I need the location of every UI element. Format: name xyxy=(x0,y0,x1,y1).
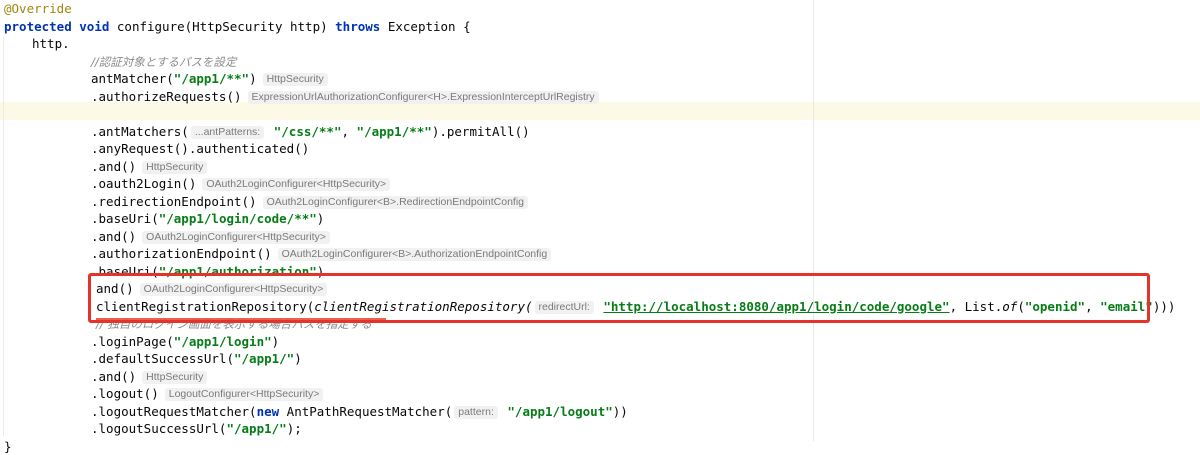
code-token: Exception { xyxy=(380,19,470,34)
code-line[interactable]: antMatcher("/app1/**") HttpSecurity xyxy=(91,70,330,88)
code-token: ) xyxy=(317,211,325,226)
right-margin-guide xyxy=(813,0,814,441)
code-token: .redirectionEndpoint() xyxy=(91,194,257,209)
code-token: .authorizeRequests() xyxy=(91,89,242,104)
code-token: .authorizationEndpoint() xyxy=(91,246,272,261)
code-line[interactable]: .antMatchers(...antPatterns: "/css/**", … xyxy=(91,123,530,141)
code-line[interactable]: .authorizationEndpoint() OAuth2LoginConfi… xyxy=(91,245,553,263)
code-token: )) xyxy=(613,404,628,419)
parameter-hint: OAuth2LoginConfigurer<HttpSecurity> xyxy=(142,231,330,244)
code-token: throws xyxy=(335,19,380,34)
code-line[interactable]: //認証対象とするパスを設定 xyxy=(91,53,236,71)
code-line[interactable]: .defaultSuccessUrl("/app1/") xyxy=(91,350,302,368)
code-token: ).permitAll() xyxy=(432,124,530,139)
code-line[interactable]: .and() HttpSecurity xyxy=(91,158,209,176)
code-token: .logoutSuccessUrl( xyxy=(91,421,226,436)
code-token: "/app1/**" xyxy=(174,71,249,86)
code-token: antMatcher( xyxy=(91,71,174,86)
code-line[interactable]: .oauth2Login() OAuth2LoginConfigurer<Http… xyxy=(91,175,392,193)
code-line[interactable]: .logoutSuccessUrl("/app1/"); xyxy=(91,420,302,438)
parameter-hint: HttpSecurity xyxy=(142,371,207,384)
code-token: .loginPage( xyxy=(91,334,174,349)
code-token: .and() xyxy=(91,229,136,244)
code-line[interactable]: .loginPage("/app1/login") xyxy=(91,333,279,351)
code-token: .anyRequest().authenticated() xyxy=(91,141,309,156)
code-token: "/app1/login/code/**" xyxy=(159,211,317,226)
parameter-hint: ExpressionUrlAuthorizationConfigurer<H>.… xyxy=(248,91,599,104)
code-token: .defaultSuccessUrl( xyxy=(91,351,234,366)
code-line[interactable]: .and() HttpSecurity xyxy=(91,368,209,386)
code-line[interactable]: .redirectionEndpoint() OAuth2LoginConfigu… xyxy=(91,193,530,211)
code-token: "/app1/**" xyxy=(357,124,432,139)
code-token: ) xyxy=(272,334,280,349)
parameter-hint: OAuth2LoginConfigurer<B>.AuthorizationEn… xyxy=(278,248,552,261)
code-line[interactable]: .and() OAuth2LoginConfigurer<HttpSecurity… xyxy=(91,228,332,246)
code-token: .and() xyxy=(91,369,136,384)
indent-guide xyxy=(3,36,4,436)
code-token: //認証対象とするパスを設定 xyxy=(91,55,236,69)
code-line[interactable]: .logout() LogoutConfigurer<HttpSecurity> xyxy=(91,385,325,403)
parameter-hint: LogoutConfigurer<HttpSecurity> xyxy=(165,388,324,401)
code-token: "/css/**" xyxy=(274,124,342,139)
code-token: "/app1/" xyxy=(226,421,286,436)
code-token: .oauth2Login() xyxy=(91,176,196,191)
code-line[interactable]: } xyxy=(4,438,12,455)
code-token: AntPathRequestMatcher( xyxy=(279,404,452,419)
code-token: ) xyxy=(249,71,257,86)
code-token: "/app1/" xyxy=(234,351,294,366)
code-line[interactable]: protected void configure(HttpSecurity ht… xyxy=(4,18,471,36)
code-token: , xyxy=(341,124,356,139)
code-token: "/app1/login" xyxy=(174,334,272,349)
code-token: .logoutRequestMatcher( xyxy=(91,404,257,419)
code-token: .antMatchers( xyxy=(91,124,189,139)
parameter-hint: ...antPatterns: xyxy=(191,126,264,139)
code-token: ); xyxy=(287,421,302,436)
code-line[interactable]: .authorizeRequests() ExpressionUrlAuthori… xyxy=(91,88,601,106)
code-token: @Override xyxy=(4,1,72,16)
parameter-hint: OAuth2LoginConfigurer<B>.RedirectionEndp… xyxy=(263,196,528,209)
parameter-hint: OAuth2LoginConfigurer<HttpSecurity> xyxy=(202,178,390,191)
code-token: .logout() xyxy=(91,386,159,401)
code-line[interactable]: http. xyxy=(32,35,70,53)
code-line[interactable]: .baseUri("/app1/login/code/**") xyxy=(91,210,324,228)
code-token: .baseUri( xyxy=(91,211,159,226)
code-token: ) xyxy=(294,351,302,366)
code-token: .and() xyxy=(91,159,136,174)
code-token: ))) xyxy=(1153,299,1176,314)
code-token: configure(HttpSecurity http) xyxy=(109,19,335,34)
code-token xyxy=(266,124,274,139)
code-token: protected xyxy=(4,19,72,34)
code-token: "/app1/logout" xyxy=(507,404,612,419)
code-token: http. xyxy=(32,36,70,51)
code-line[interactable]: .logoutRequestMatcher(new AntPathRequest… xyxy=(91,403,628,421)
code-line[interactable]: @Override xyxy=(4,0,72,18)
parameter-hint: pattern: xyxy=(454,406,498,419)
code-editor[interactable]: @Override protected void configure(HttpSe… xyxy=(0,0,1200,441)
parameter-hint: HttpSecurity xyxy=(263,73,328,86)
code-token: new xyxy=(257,404,280,419)
red-annotation-box xyxy=(88,273,1150,323)
code-line[interactable]: .anyRequest().authenticated() xyxy=(91,140,309,158)
code-token: void xyxy=(79,19,109,34)
parameter-hint: HttpSecurity xyxy=(142,161,207,174)
